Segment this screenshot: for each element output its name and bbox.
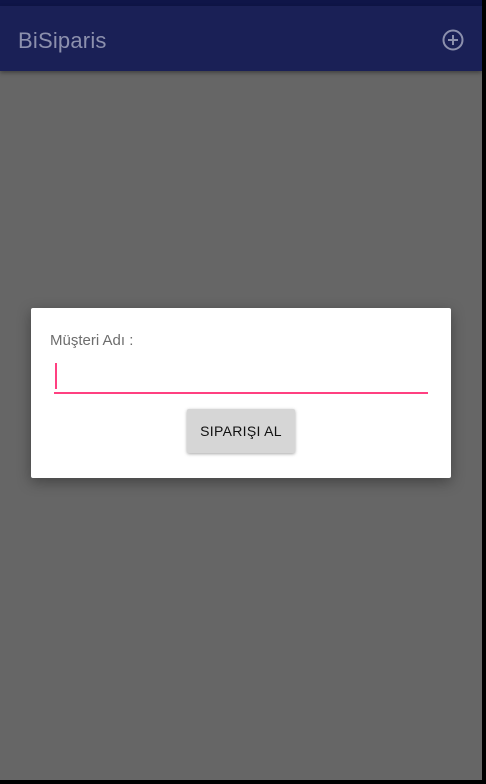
screen: BiSiparis Müşteri Adı : SIPARIŞI AL bbox=[0, 0, 482, 780]
customer-dialog: Müşteri Adı : SIPARIŞI AL bbox=[31, 308, 451, 478]
text-cursor bbox=[55, 363, 57, 389]
app-bar: BiSiparis bbox=[0, 6, 482, 71]
customer-name-label: Müşteri Adı : bbox=[50, 332, 134, 349]
customer-name-input[interactable] bbox=[54, 364, 428, 394]
place-order-button[interactable]: SIPARIŞI AL bbox=[187, 409, 295, 453]
add-circle-icon[interactable] bbox=[441, 28, 465, 52]
app-title: BiSiparis bbox=[18, 28, 107, 53]
